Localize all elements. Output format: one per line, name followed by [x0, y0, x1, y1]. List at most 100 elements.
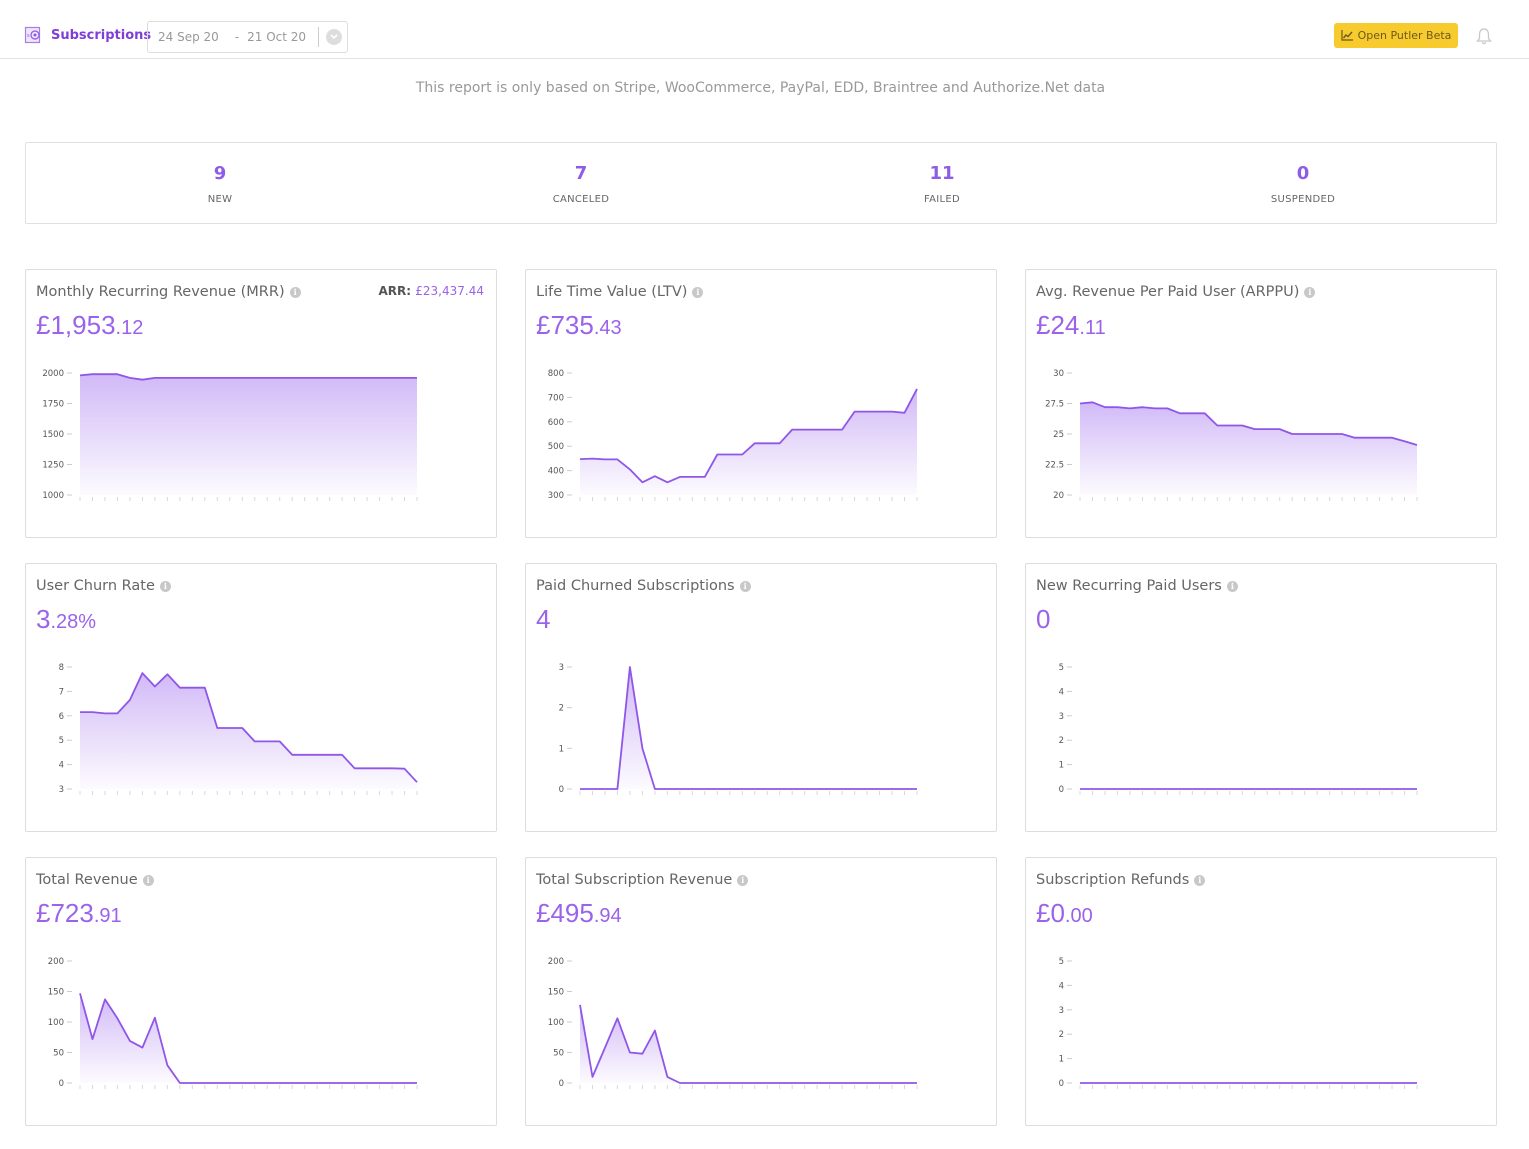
data-point[interactable] [276, 374, 284, 382]
data-point[interactable] [1376, 434, 1384, 442]
data-point[interactable] [1326, 785, 1334, 793]
data-point[interactable] [176, 684, 184, 692]
data-point[interactable] [1276, 1079, 1284, 1087]
data-point[interactable] [88, 1035, 96, 1043]
data-point[interactable] [888, 408, 896, 416]
data-point[interactable] [263, 1079, 271, 1087]
data-point[interactable] [576, 455, 584, 463]
data-point[interactable] [326, 1079, 334, 1087]
data-point[interactable] [726, 785, 734, 793]
data-point[interactable] [676, 1079, 684, 1087]
data-point[interactable] [1201, 785, 1209, 793]
data-point[interactable] [151, 683, 159, 691]
data-point[interactable] [126, 374, 134, 382]
data-point[interactable] [1101, 1079, 1109, 1087]
date-range-picker[interactable]: 24 Sep 20 - 21 Oct 20 [147, 21, 348, 53]
data-point[interactable] [188, 374, 196, 382]
data-point[interactable] [76, 708, 84, 716]
data-point[interactable] [1088, 398, 1096, 406]
data-point[interactable] [638, 1050, 646, 1058]
data-point[interactable] [751, 785, 759, 793]
data-point[interactable] [251, 1079, 259, 1087]
data-point[interactable] [863, 1079, 871, 1087]
data-point[interactable] [1388, 434, 1396, 442]
data-point[interactable] [413, 778, 421, 786]
metric-card-ltv[interactable]: Life Time Value (LTV) i £735.43 300 400 50… [525, 269, 997, 538]
data-point[interactable] [838, 426, 846, 434]
data-point[interactable] [801, 426, 809, 434]
data-point[interactable] [1213, 785, 1221, 793]
metric-card-new-recurring-paid-users[interactable]: New Recurring Paid Users i 0 0 1 2 3 4 5 [1025, 563, 1497, 832]
data-point[interactable] [1288, 785, 1296, 793]
data-point[interactable] [763, 1079, 771, 1087]
data-point[interactable] [901, 785, 909, 793]
data-point[interactable] [338, 1079, 346, 1087]
data-point[interactable] [1113, 1079, 1121, 1087]
metric-card-total-subscription-revenue[interactable]: Total Subscription Revenue i £495.94 0 50… [525, 857, 997, 1126]
data-point[interactable] [1251, 1079, 1259, 1087]
data-point[interactable] [338, 374, 346, 382]
data-point[interactable] [226, 374, 234, 382]
data-point[interactable] [651, 472, 659, 480]
data-point[interactable] [288, 1079, 296, 1087]
data-point[interactable] [313, 1079, 321, 1087]
data-point[interactable] [113, 1014, 121, 1022]
data-point[interactable] [738, 785, 746, 793]
data-point[interactable] [788, 1079, 796, 1087]
data-point[interactable] [913, 385, 921, 393]
data-point[interactable] [901, 1079, 909, 1087]
data-point[interactable] [1088, 1079, 1096, 1087]
data-point[interactable] [376, 1079, 384, 1087]
data-point[interactable] [726, 1079, 734, 1087]
data-point[interactable] [413, 1079, 421, 1087]
data-point[interactable] [751, 1079, 759, 1087]
data-point[interactable] [1251, 425, 1259, 433]
data-point[interactable] [626, 465, 634, 473]
data-point[interactable] [101, 995, 109, 1003]
data-point[interactable] [1276, 425, 1284, 433]
data-point[interactable] [601, 785, 609, 793]
data-point[interactable] [326, 751, 334, 759]
data-point[interactable] [701, 1079, 709, 1087]
data-point[interactable] [76, 371, 84, 379]
data-point[interactable] [376, 764, 384, 772]
data-point[interactable] [576, 1001, 584, 1009]
data-point[interactable] [101, 709, 109, 717]
data-point[interactable] [388, 764, 396, 772]
data-point[interactable] [638, 478, 646, 486]
data-point[interactable] [1288, 1079, 1296, 1087]
data-point[interactable] [126, 1037, 134, 1045]
data-point[interactable] [313, 374, 321, 382]
data-point[interactable] [863, 785, 871, 793]
data-point[interactable] [301, 1079, 309, 1087]
data-point[interactable] [201, 684, 209, 692]
data-point[interactable] [313, 751, 321, 759]
data-point[interactable] [1338, 430, 1346, 438]
data-point[interactable] [1363, 434, 1371, 442]
data-point[interactable] [1288, 430, 1296, 438]
open-putler-beta-button[interactable]: Open Putler Beta [1334, 23, 1458, 48]
data-point[interactable] [238, 1079, 246, 1087]
data-point[interactable] [188, 684, 196, 692]
data-point[interactable] [913, 1079, 921, 1087]
metric-card-paid-churned-subscriptions[interactable]: Paid Churned Subscriptions i 4 0 1 2 3 [525, 563, 997, 832]
metric-card-arppu[interactable]: Avg. Revenue Per Paid User (ARPPU) i £24… [1025, 269, 1497, 538]
data-point[interactable] [1076, 785, 1084, 793]
data-point[interactable] [1213, 1079, 1221, 1087]
data-point[interactable] [876, 1079, 884, 1087]
data-point[interactable] [713, 450, 721, 458]
data-point[interactable] [776, 1079, 784, 1087]
data-point[interactable] [288, 751, 296, 759]
data-point[interactable] [1301, 1079, 1309, 1087]
brand[interactable]: s Subscriptions [24, 26, 151, 44]
data-point[interactable] [276, 737, 284, 745]
date-from[interactable]: 24 Sep 20 [158, 30, 219, 44]
info-icon[interactable]: i [739, 580, 751, 592]
data-point[interactable] [401, 374, 409, 382]
data-point[interactable] [1326, 1079, 1334, 1087]
data-point[interactable] [351, 1079, 359, 1087]
data-point[interactable] [776, 785, 784, 793]
data-point[interactable] [1263, 425, 1271, 433]
data-point[interactable] [1176, 1079, 1184, 1087]
data-point[interactable] [401, 765, 409, 773]
